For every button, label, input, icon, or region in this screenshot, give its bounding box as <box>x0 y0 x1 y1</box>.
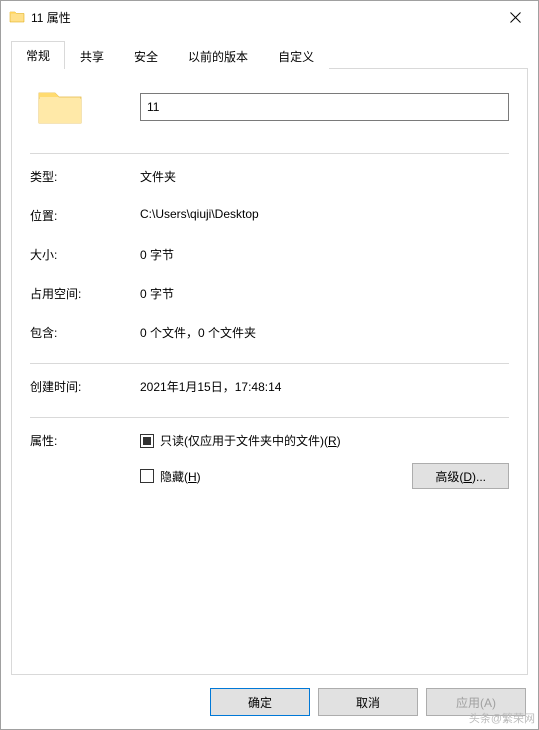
titlebar: 11 属性 <box>1 1 538 33</box>
size-value: 0 字节 <box>140 246 509 263</box>
content-area: 常规 共享 安全 以前的版本 自定义 类型: 文件夹 <box>1 33 538 675</box>
divider <box>30 363 509 364</box>
divider <box>30 153 509 154</box>
tab-previous-versions[interactable]: 以前的版本 <box>173 42 263 70</box>
properties-dialog: 11 属性 常规 共享 安全 以前的版本 自定义 <box>0 0 539 730</box>
created-value: 2021年1月15日，17:48:14 <box>140 378 509 395</box>
close-button[interactable] <box>492 1 538 33</box>
tab-general[interactable]: 常规 <box>11 41 65 69</box>
advanced-button[interactable]: 高级(D)... <box>412 463 509 489</box>
tabs: 常规 共享 安全 以前的版本 自定义 <box>11 41 528 69</box>
readonly-checkbox[interactable] <box>140 434 154 448</box>
readonly-label[interactable]: 只读(仅应用于文件夹中的文件)(R) <box>160 432 341 449</box>
location-label: 位置: <box>30 207 140 224</box>
size-on-disk-label: 占用空间: <box>30 285 140 302</box>
ok-button[interactable]: 确定 <box>210 688 310 716</box>
hidden-checkbox[interactable] <box>140 469 154 483</box>
window-title: 11 属性 <box>31 9 492 26</box>
contains-value: 0 个文件，0 个文件夹 <box>140 324 509 341</box>
size-label: 大小: <box>30 246 140 263</box>
cancel-button[interactable]: 取消 <box>318 688 418 716</box>
created-label: 创建时间: <box>30 378 140 395</box>
folder-large-icon <box>36 83 84 131</box>
location-value: C:\Users\qiuji\Desktop <box>140 207 509 221</box>
tab-custom[interactable]: 自定义 <box>263 42 329 70</box>
dialog-button-bar: 确定 取消 应用(A) <box>1 675 538 729</box>
tab-security[interactable]: 安全 <box>119 42 173 70</box>
size-on-disk-value: 0 字节 <box>140 285 509 302</box>
attributes-label: 属性: <box>30 432 140 449</box>
type-value: 文件夹 <box>140 168 509 185</box>
type-label: 类型: <box>30 168 140 185</box>
hidden-label[interactable]: 隐藏(H) <box>160 468 201 485</box>
folder-name-input[interactable] <box>140 93 509 121</box>
contains-label: 包含: <box>30 324 140 341</box>
divider <box>30 417 509 418</box>
tab-panel-general: 类型: 文件夹 位置: C:\Users\qiuji\Desktop 大小: 0… <box>11 68 528 675</box>
tab-sharing[interactable]: 共享 <box>65 42 119 70</box>
apply-button[interactable]: 应用(A) <box>426 688 526 716</box>
folder-icon <box>9 9 25 25</box>
